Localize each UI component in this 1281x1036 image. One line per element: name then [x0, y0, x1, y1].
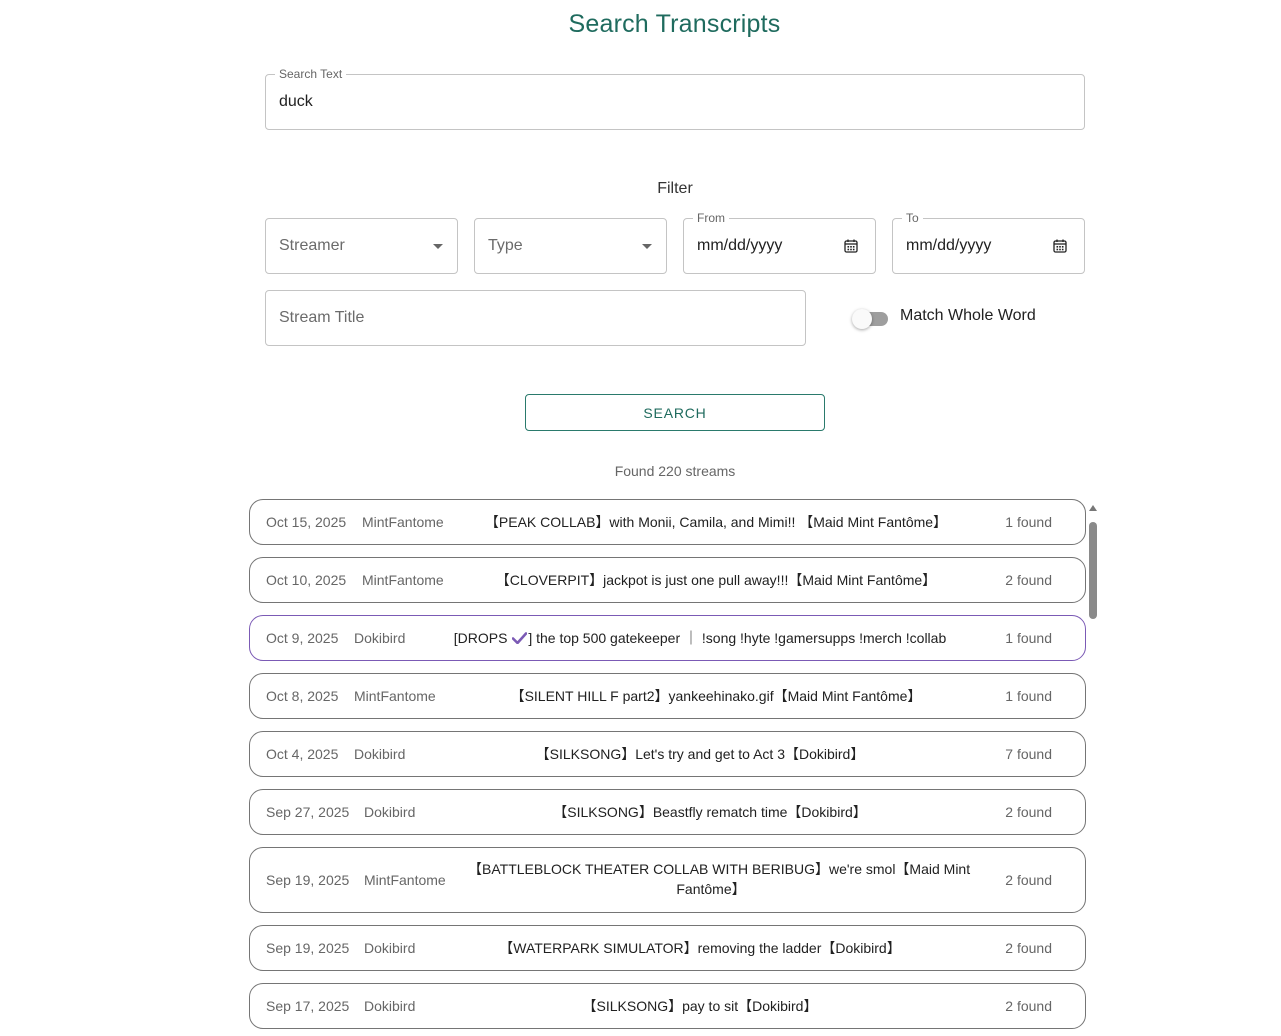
search-text-value: duck — [279, 93, 313, 110]
row-title-line-1: 【BATTLEBLOCK THEATER COLLAB WITH BERIBUG… — [468, 861, 971, 877]
from-date-field[interactable]: From mm/dd/yyyy — [683, 211, 876, 274]
result-row[interactable]: Sep 19, 2025 Dokibird 【WATERPARK SIMULAT… — [249, 925, 1086, 971]
checkmark-icon — [512, 632, 528, 644]
row-streamer: Dokibird — [354, 630, 406, 646]
row-title: 【BATTLEBLOCK THEATER COLLAB WITH BERIBUG… — [468, 859, 971, 899]
result-row[interactable]: Sep 27, 2025 Dokibird 【SILKSONG】Beastfly… — [249, 789, 1086, 835]
result-row[interactable]: Oct 9, 2025 Dokibird [DROPS ] the top 50… — [249, 615, 1086, 661]
row-date: Sep 17, 2025 — [266, 998, 350, 1014]
row-found-count: 2 found — [1005, 998, 1052, 1014]
row-found-count: 1 found — [1005, 514, 1052, 530]
row-streamer: Dokibird — [354, 746, 406, 762]
row-title: 【SILKSONG】Let's try and get to Act 3【Dok… — [535, 746, 865, 762]
stream-title-field[interactable]: Stream Title — [265, 290, 806, 346]
row-title: [DROPS ] the top 500 gatekeeper ｜ !song … — [440, 628, 960, 648]
row-streamer: MintFantome — [362, 572, 444, 588]
type-select-placeholder: Type — [488, 237, 523, 254]
row-title-start: [DROPS — [453, 630, 512, 646]
row-found-count: 2 found — [1005, 804, 1052, 820]
from-date-value: mm/dd/yyyy — [697, 237, 783, 254]
streamer-select-placeholder: Streamer — [279, 237, 345, 254]
scroll-up-arrow-icon[interactable] — [1089, 505, 1097, 511]
result-row[interactable]: Oct 4, 2025 Dokibird 【SILKSONG】Let's try… — [249, 731, 1086, 777]
row-date: Oct 15, 2025 — [266, 514, 347, 530]
row-found-count: 1 found — [1005, 630, 1052, 646]
row-found-count: 2 found — [1005, 572, 1052, 588]
row-streamer: MintFantome — [362, 514, 444, 530]
calendar-icon[interactable] — [1053, 239, 1067, 253]
row-title-line-2: Fantôme】 — [676, 881, 746, 897]
results-scrollbar[interactable] — [1087, 503, 1099, 1036]
result-row[interactable]: Sep 19, 2025 MintFantome 【BATTLEBLOCK TH… — [249, 847, 1086, 913]
results-summary: Found 220 streams — [614, 463, 736, 479]
row-date: Oct 8, 2025 — [266, 688, 339, 704]
row-date: Oct 9, 2025 — [266, 630, 339, 646]
row-found-count: 1 found — [1005, 688, 1052, 704]
row-date: Oct 10, 2025 — [266, 572, 347, 588]
row-streamer: MintFantome — [354, 688, 436, 704]
streamer-select[interactable]: Streamer — [265, 218, 458, 274]
row-date: Sep 19, 2025 — [266, 940, 350, 956]
page-title: Search Transcripts — [568, 10, 781, 38]
result-row[interactable]: Oct 15, 2025 MintFantome 【PEAK COLLAB】wi… — [249, 499, 1086, 545]
row-found-count: 7 found — [1005, 746, 1052, 762]
scrollbar-thumb[interactable] — [1089, 522, 1097, 619]
row-date: Oct 4, 2025 — [266, 746, 339, 762]
to-date-value: mm/dd/yyyy — [906, 237, 992, 254]
row-title: 【CLOVERPIT】jackpot is just one pull away… — [495, 572, 937, 588]
row-date: Sep 27, 2025 — [266, 804, 350, 820]
row-streamer: Dokibird — [364, 940, 416, 956]
row-found-count: 2 found — [1005, 872, 1052, 888]
match-whole-word-toggle[interactable] — [852, 309, 888, 329]
row-streamer: Dokibird — [364, 998, 416, 1014]
toggle-thumb — [852, 309, 872, 329]
result-row[interactable]: Sep 17, 2025 Dokibird 【SILKSONG】pay to s… — [249, 983, 1086, 1029]
calendar-icon[interactable] — [844, 239, 858, 253]
row-streamer: Dokibird — [364, 804, 416, 820]
filter-heading: Filter — [657, 180, 693, 197]
row-title: 【WATERPARK SIMULATOR】removing the ladder… — [499, 940, 901, 956]
row-title-end: ] the top 500 gatekeeper ｜ !song !hyte !… — [528, 630, 947, 646]
search-button[interactable]: SEARCH — [525, 394, 825, 431]
type-select[interactable]: Type — [474, 218, 667, 274]
result-row[interactable]: Oct 10, 2025 MintFantome 【CLOVERPIT】jack… — [249, 557, 1086, 603]
row-title: 【SILKSONG】pay to sit【Dokibird】 — [582, 998, 818, 1014]
row-title: 【SILKSONG】Beastfly rematch time【Dokibird… — [553, 804, 867, 820]
match-whole-word-label: Match Whole Word — [900, 307, 1036, 324]
row-streamer: MintFantome — [364, 872, 446, 888]
to-date-field[interactable]: To mm/dd/yyyy — [892, 211, 1085, 274]
row-date: Sep 19, 2025 — [266, 872, 350, 888]
row-title: 【PEAK COLLAB】with Monii, Camila, and Mim… — [484, 514, 948, 530]
row-found-count: 2 found — [1005, 940, 1052, 956]
search-text-field[interactable]: Search Text duck — [265, 67, 1085, 130]
row-title: 【SILENT HILL F part2】yankeehinako.gif【Ma… — [510, 688, 922, 704]
chevron-down-icon — [642, 244, 652, 249]
result-row[interactable]: Oct 8, 2025 MintFantome 【SILENT HILL F p… — [249, 673, 1086, 719]
page: Search Transcripts Search Text duck Filt… — [0, 0, 1281, 1036]
chevron-down-icon — [433, 244, 443, 249]
stream-title-placeholder: Stream Title — [279, 309, 365, 326]
